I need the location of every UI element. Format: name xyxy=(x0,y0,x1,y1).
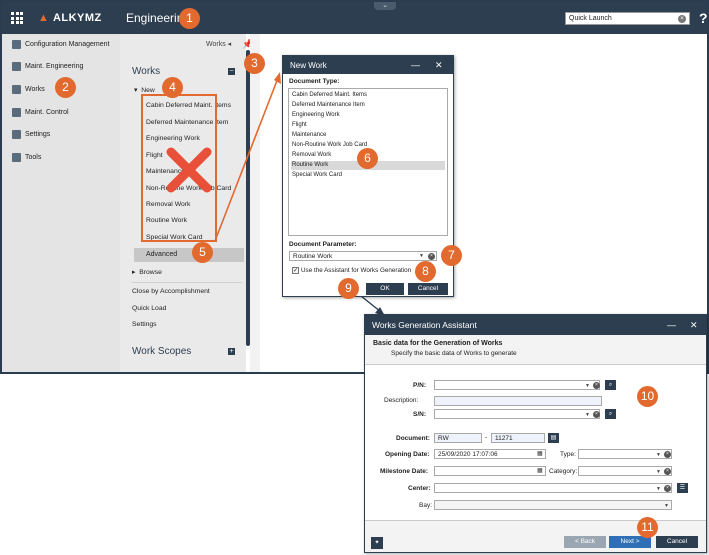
clear-icon[interactable]: × xyxy=(664,451,671,458)
callout-7: 7 xyxy=(441,245,462,266)
bay-select[interactable] xyxy=(434,500,672,510)
wizard-cancel-button[interactable]: Cancel xyxy=(656,536,698,548)
center-select[interactable] xyxy=(434,483,672,493)
milestone-date-label: Milestone Date: xyxy=(380,468,429,475)
doc-type-label: Document Type: xyxy=(289,78,340,85)
sn-input[interactable] xyxy=(434,409,600,419)
calendar-icon[interactable]: ▦ xyxy=(537,450,543,457)
minimize-icon[interactable]: — xyxy=(667,320,676,330)
pin-icon[interactable]: ✦ xyxy=(371,537,383,549)
opening-date-input[interactable]: 25/09/2020 17:07:06 xyxy=(434,449,546,459)
doc-param-select[interactable]: Routine Work xyxy=(289,251,437,261)
close-icon[interactable]: ✕ xyxy=(690,320,698,331)
search-icon[interactable]: ⌕ xyxy=(605,380,616,390)
dropdown-arrow-icon[interactable]: ▼ xyxy=(656,469,661,475)
description-input[interactable] xyxy=(434,396,602,406)
dropdown-arrow-icon[interactable]: ▼ xyxy=(585,383,590,389)
clear-icon[interactable]: × xyxy=(664,468,671,475)
clear-icon[interactable]: × xyxy=(664,485,671,492)
document-label: Document: xyxy=(396,435,430,442)
list-item[interactable]: Engineering Work xyxy=(291,111,445,120)
callout-10: 10 xyxy=(637,386,658,407)
clear-icon[interactable]: × xyxy=(428,253,435,260)
cancel-button[interactable]: Cancel xyxy=(408,283,448,295)
callout-11: 11 xyxy=(637,517,658,538)
opening-date-label: Opening Date: xyxy=(385,451,430,458)
dropdown-arrow-icon[interactable]: ▼ xyxy=(656,452,661,458)
calendar-icon[interactable]: ▦ xyxy=(537,467,543,474)
list-item[interactable]: Deferred Maintenance Item xyxy=(291,101,445,110)
assistant-checkbox[interactable]: ✓ xyxy=(292,267,299,274)
type-label: Type: xyxy=(560,451,576,458)
pn-input[interactable] xyxy=(434,380,600,390)
close-icon[interactable]: ✕ xyxy=(435,60,443,71)
wizard-title: Works Generation Assistant xyxy=(365,315,706,335)
list-item[interactable]: Special Work Card xyxy=(291,171,445,180)
list-item[interactable]: Cabin Deferred Maint. Items xyxy=(291,91,445,100)
sn-label: S/N: xyxy=(413,411,426,418)
doc-param-label: Document Parameter: xyxy=(289,241,357,248)
center-label: Center: xyxy=(408,485,431,492)
callout-6: 6 xyxy=(357,148,378,169)
dropdown-arrow-icon[interactable]: ▼ xyxy=(656,486,661,492)
pn-label: P/N: xyxy=(413,382,426,389)
dropdown-arrow-icon[interactable]: ▼ xyxy=(419,253,424,259)
callout-5: 5 xyxy=(192,242,213,263)
minimize-icon[interactable]: — xyxy=(411,60,420,70)
callout-4: 4 xyxy=(162,77,183,98)
callout-9: 9 xyxy=(338,278,359,299)
back-button[interactable]: < Back xyxy=(564,536,606,548)
clear-icon[interactable]: × xyxy=(593,411,600,418)
document-prefix-input[interactable]: RW xyxy=(434,433,482,443)
list-icon[interactable]: ☰ xyxy=(677,483,688,493)
dropdown-arrow-icon[interactable]: ▼ xyxy=(585,412,590,418)
ok-button[interactable]: OK xyxy=(366,283,404,295)
document-icon[interactable]: ▤ xyxy=(548,433,559,443)
wizard-header-title: Basic data for the Generation of Works xyxy=(373,340,503,347)
callout-2: 2 xyxy=(55,77,76,98)
assistant-checkbox-label: Use the Assistant for Works Generation xyxy=(301,267,412,274)
list-item[interactable]: Maintenance xyxy=(291,131,445,140)
document-dash: - xyxy=(485,434,488,441)
dialog-title: New Work xyxy=(283,56,453,74)
callout-1: 1 xyxy=(179,8,200,29)
search-icon[interactable]: ⌕ xyxy=(605,409,616,419)
description-label: Description: xyxy=(384,397,419,404)
milestone-date-input[interactable] xyxy=(434,466,546,476)
list-item[interactable]: Flight xyxy=(291,121,445,130)
category-label: Category: xyxy=(549,468,578,475)
dropdown-arrow-icon[interactable]: ▼ xyxy=(664,503,669,509)
wizard-header-subtitle: Specify the basic data of Works to gener… xyxy=(391,350,517,357)
clear-icon[interactable]: × xyxy=(593,382,600,389)
bay-label: Bay: xyxy=(419,502,433,509)
callout-8: 8 xyxy=(415,261,436,282)
callout-3: 3 xyxy=(244,53,265,74)
document-number-input[interactable]: 11271 xyxy=(491,433,545,443)
